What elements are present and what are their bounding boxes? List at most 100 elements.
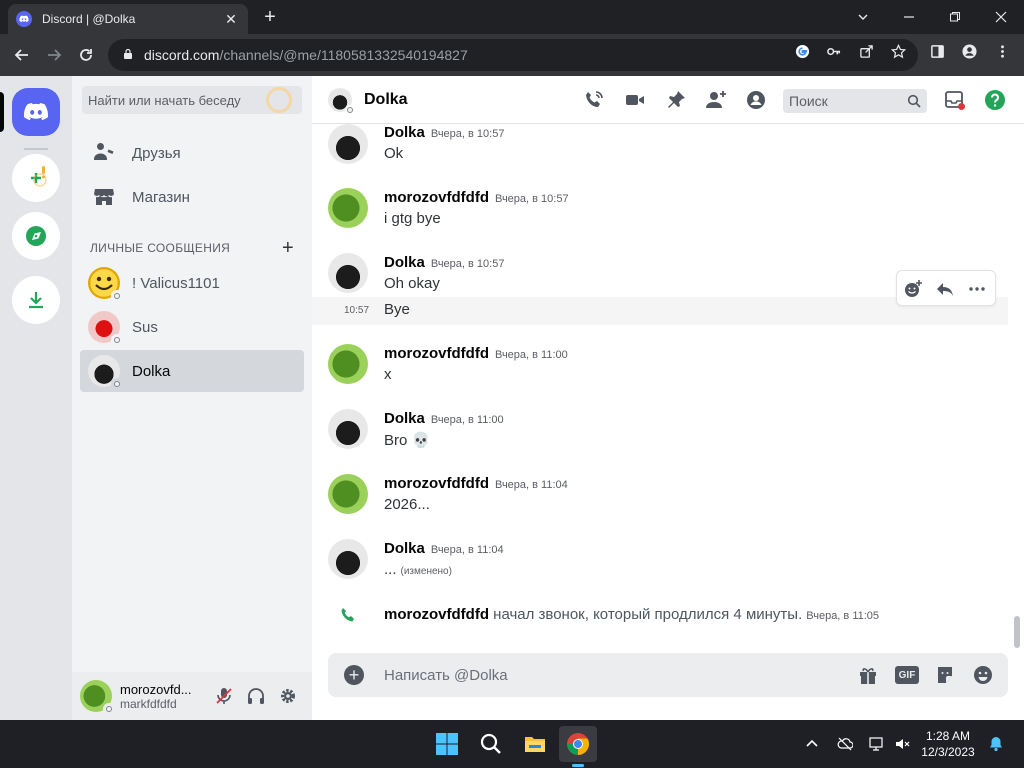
message-author[interactable]: Dolka <box>384 254 425 271</box>
volume-muted-icon[interactable] <box>892 734 912 754</box>
message-avatar[interactable] <box>328 188 368 228</box>
message-avatar[interactable] <box>328 253 368 293</box>
mute-mic-icon[interactable] <box>212 684 236 708</box>
gif-label: GIF <box>895 666 919 684</box>
onedrive-offline-icon[interactable] <box>835 734 855 754</box>
upload-plus-icon[interactable]: + <box>344 665 364 685</box>
minimize-icon[interactable] <box>886 0 932 34</box>
help-icon[interactable] <box>983 88 1007 112</box>
headphones-icon[interactable] <box>244 684 268 708</box>
message-avatar[interactable] <box>328 474 368 514</box>
discord-favicon-icon <box>16 11 32 27</box>
forward-arrow-icon[interactable] <box>40 42 68 68</box>
download-apps-button[interactable] <box>12 276 60 324</box>
message-text: Ok <box>384 145 404 162</box>
user-avatar[interactable] <box>80 680 115 715</box>
back-arrow-icon[interactable] <box>8 42 36 68</box>
message-avatar[interactable] <box>328 409 368 449</box>
video-call-icon[interactable] <box>623 88 647 112</box>
google-icon[interactable] <box>793 42 811 60</box>
message-header: morozovfdfdfd Вчера, в 10:57 <box>384 189 569 206</box>
call-user-name[interactable]: morozovfdfdfd <box>384 606 489 623</box>
dm-item-sus[interactable]: Sus <box>80 306 304 348</box>
add-server-icon <box>31 166 47 187</box>
scrollbar-thumb[interactable] <box>1014 616 1020 648</box>
pinned-messages-icon[interactable] <box>664 88 688 112</box>
menu-kebab-icon[interactable] <box>993 42 1011 60</box>
sticker-icon[interactable] <box>933 663 957 687</box>
restore-icon[interactable] <box>932 0 978 34</box>
call-summary-text: начал звонок, который продлился 4 минуты… <box>493 606 803 623</box>
emoji-icon[interactable] <box>971 663 995 687</box>
message-author[interactable]: Dolka <box>384 540 425 557</box>
message-header: Dolka Вчера, в 11:04 <box>384 540 504 557</box>
url-text: discord.com/channels/@me/118058133254019… <box>144 47 468 63</box>
tab-close-icon[interactable]: ✕ <box>222 11 240 28</box>
tray-chevron-up-icon[interactable] <box>802 734 822 754</box>
dm-item-valicus[interactable]: ! Valicus1101 <box>80 262 304 304</box>
message-avatar[interactable] <box>328 124 368 164</box>
chrome-icon[interactable] <box>564 730 592 758</box>
inbox-icon[interactable] <box>943 88 967 112</box>
add-server-button[interactable] <box>12 154 60 202</box>
more-options-icon[interactable] <box>965 277 989 301</box>
voice-call-icon[interactable] <box>582 88 606 112</box>
message-timestamp: Вчера, в 11:05 <box>806 610 880 622</box>
user-profile-icon[interactable] <box>744 88 768 112</box>
new-tab-button[interactable]: + <box>258 6 282 28</box>
user-tag: markfdfdfd <box>120 696 177 711</box>
gift-icon[interactable] <box>856 663 880 687</box>
message-header: morozovfdfdfd Вчера, в 11:00 <box>384 345 568 362</box>
file-explorer-icon[interactable] <box>521 730 549 758</box>
reply-icon[interactable] <box>933 277 957 301</box>
message-timestamp: Вчера, в 10:57 <box>494 193 569 205</box>
network-icon[interactable] <box>867 734 887 754</box>
share-icon[interactable] <box>857 42 875 60</box>
browser-tab[interactable]: Discord | @Dolka ✕ <box>8 4 248 34</box>
create-dm-plus-icon[interactable]: + <box>282 237 294 260</box>
taskbar-search-icon[interactable] <box>477 730 505 758</box>
chat-search-input[interactable]: Поиск <box>783 89 927 113</box>
message-timestamp: Вчера, в 11:00 <box>430 414 504 426</box>
message-avatar[interactable] <box>328 539 368 579</box>
add-reaction-icon[interactable] <box>901 277 925 301</box>
server-rail <box>0 76 72 720</box>
message-author[interactable]: Dolka <box>384 410 425 427</box>
search-placeholder: Найти или начать беседу <box>88 92 241 108</box>
key-icon[interactable] <box>824 42 842 60</box>
taskbar-clock[interactable]: 1:28 AM 12/3/2023 <box>916 728 980 760</box>
offline-status-icon <box>111 334 123 346</box>
dm-name: ! Valicus1101 <box>132 274 220 292</box>
windows-start-icon[interactable] <box>433 730 461 758</box>
side-panel-icon[interactable] <box>928 42 946 60</box>
message-composer: + GIF <box>328 653 1008 697</box>
profile-icon[interactable] <box>960 42 978 60</box>
notification-bell-icon[interactable] <box>986 734 1006 754</box>
active-app-indicator <box>572 764 584 767</box>
reload-icon[interactable] <box>72 42 100 68</box>
close-window-icon[interactable] <box>978 0 1024 34</box>
message-text: ... (изменено) <box>384 561 452 578</box>
nav-friends[interactable]: Друзья <box>80 132 304 174</box>
message-avatar[interactable] <box>328 344 368 384</box>
settings-gear-icon[interactable] <box>276 684 300 708</box>
nav-shop[interactable]: Магазин <box>80 176 304 218</box>
bookmark-star-icon[interactable] <box>889 42 907 60</box>
home-button[interactable] <box>12 88 60 136</box>
gif-button[interactable]: GIF <box>895 663 919 687</box>
user-info[interactable]: morozovfd... markfdfdfd <box>120 682 192 711</box>
message-author[interactable]: morozovfdfdfd <box>384 345 489 362</box>
dm-item-dolka[interactable]: Dolka <box>80 350 304 392</box>
message-text: Bro 💀 <box>384 432 431 449</box>
find-conversation-button[interactable]: Найти или начать беседу <box>82 86 302 114</box>
message-author[interactable]: morozovfdfdfd <box>384 475 489 492</box>
add-friends-to-dm-icon[interactable] <box>704 88 728 112</box>
tab-search-icon[interactable] <box>840 0 886 34</box>
message-timestamp: Вчера, в 11:04 <box>494 479 568 491</box>
explore-servers-button[interactable] <box>12 212 60 260</box>
message-author[interactable]: Dolka <box>384 124 425 141</box>
message-header: morozovfdfdfd Вчера, в 11:04 <box>384 475 568 492</box>
avatar <box>88 311 123 346</box>
message-input[interactable] <box>384 665 824 685</box>
message-author[interactable]: morozovfdfdfd <box>384 189 489 206</box>
